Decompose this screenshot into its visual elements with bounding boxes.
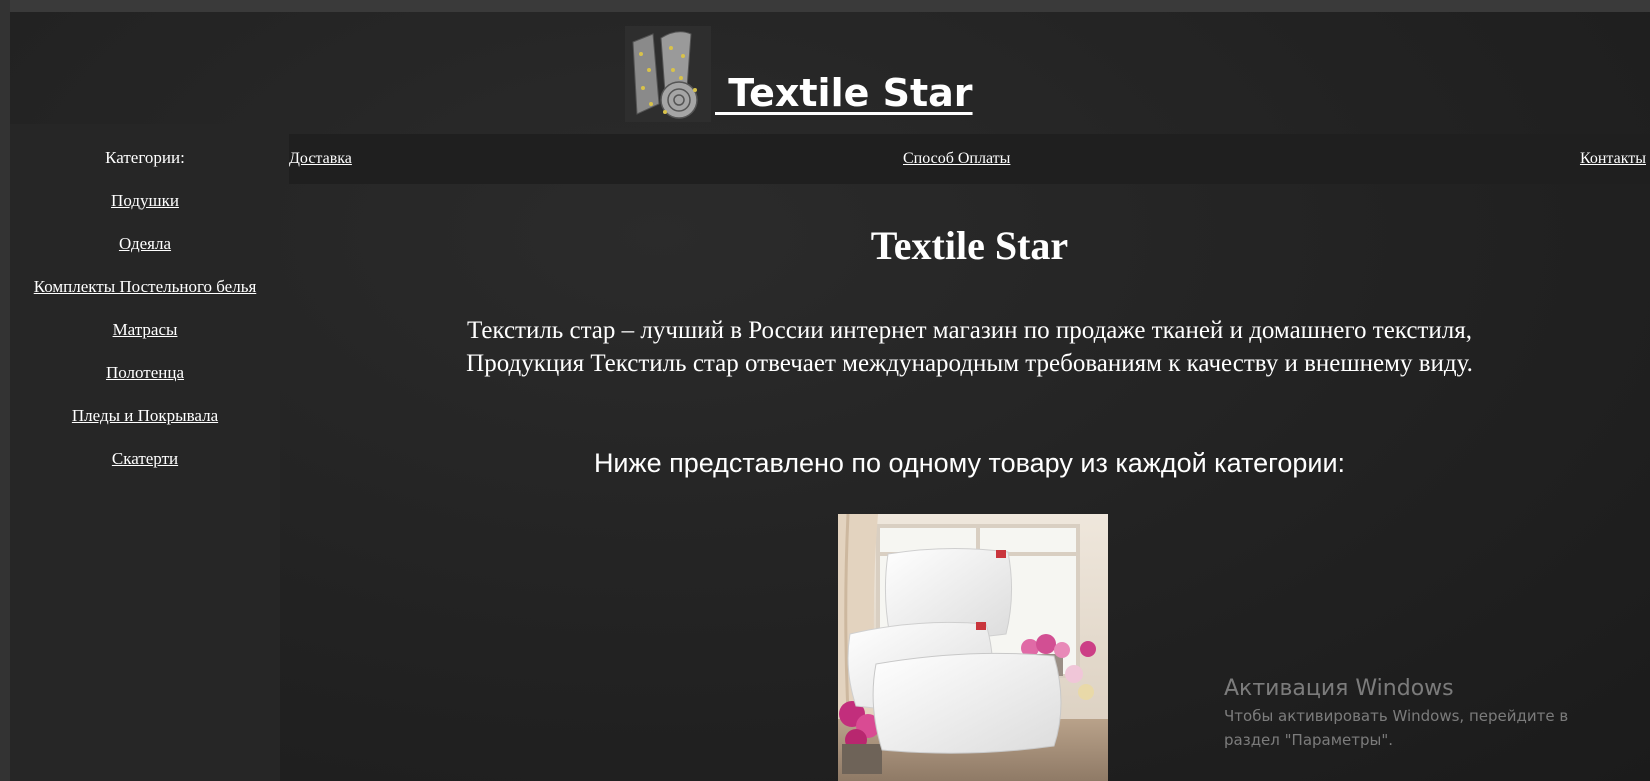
fabric-roll-icon xyxy=(625,26,711,122)
watermark-line-1: Чтобы активировать Windows, перейдите в xyxy=(1224,707,1569,725)
intro-line-2: Продукция Текстиль стар отвечает междуна… xyxy=(466,350,1473,377)
watermark-title: Активация Windows xyxy=(1224,676,1454,701)
nav-payment[interactable]: Способ Оплаты xyxy=(903,150,1010,168)
top-navbar: Доставка Способ Оплаты Контакты xyxy=(289,134,1650,184)
sidebar-item-blankets[interactable]: Одеяла xyxy=(10,234,280,254)
intro-text: Текстиль стар – лучший в России интернет… xyxy=(289,314,1650,380)
nav-contacts[interactable]: Контакты xyxy=(1580,150,1646,168)
page-title: Textile Star xyxy=(870,223,1069,268)
sidebar-heading: Категории: xyxy=(105,148,185,167)
intro-line-1: Текстиль стар – лучший в России интернет… xyxy=(467,317,1472,344)
sidebar-item-towels[interactable]: Полотенца xyxy=(10,363,280,383)
pillows-illustration xyxy=(838,514,1108,781)
nav-delivery[interactable]: Доставка xyxy=(289,150,352,168)
pillows-photo[interactable] xyxy=(838,514,1108,781)
sidebar-item-bedding-sets[interactable]: Комплекты Постельного белья xyxy=(25,277,265,297)
sidebar-item-pillows[interactable]: Подушки xyxy=(10,191,280,211)
sidebar-item-tablecloths[interactable]: Скатерти xyxy=(10,449,280,469)
windows-activation-watermark: Активация Windows Чтобы активировать Win… xyxy=(1224,674,1624,752)
page-background: Textile Star Категории: Подушки Одеяла К… xyxy=(0,0,1650,781)
top-border xyxy=(0,0,1650,12)
brand-link[interactable]: Textile Star xyxy=(625,22,973,122)
brand-title[interactable]: Textile Star xyxy=(715,74,972,112)
left-border xyxy=(0,0,10,781)
category-sidebar: Категории: Подушки Одеяла Комплекты Пост… xyxy=(10,124,280,781)
sidebar-item-plaids[interactable]: Пледы и Покрывала xyxy=(10,406,280,426)
products-subtitle: Ниже представлено по одному товару из ка… xyxy=(593,448,1346,478)
category-list: Подушки Одеяла Комплекты Постельного бел… xyxy=(10,191,280,469)
watermark-line-2: раздел "Параметры". xyxy=(1224,731,1394,749)
watermark-text: Чтобы активировать Windows, перейдите в … xyxy=(1224,704,1624,752)
sidebar-item-mattresses[interactable]: Матрасы xyxy=(10,320,280,340)
